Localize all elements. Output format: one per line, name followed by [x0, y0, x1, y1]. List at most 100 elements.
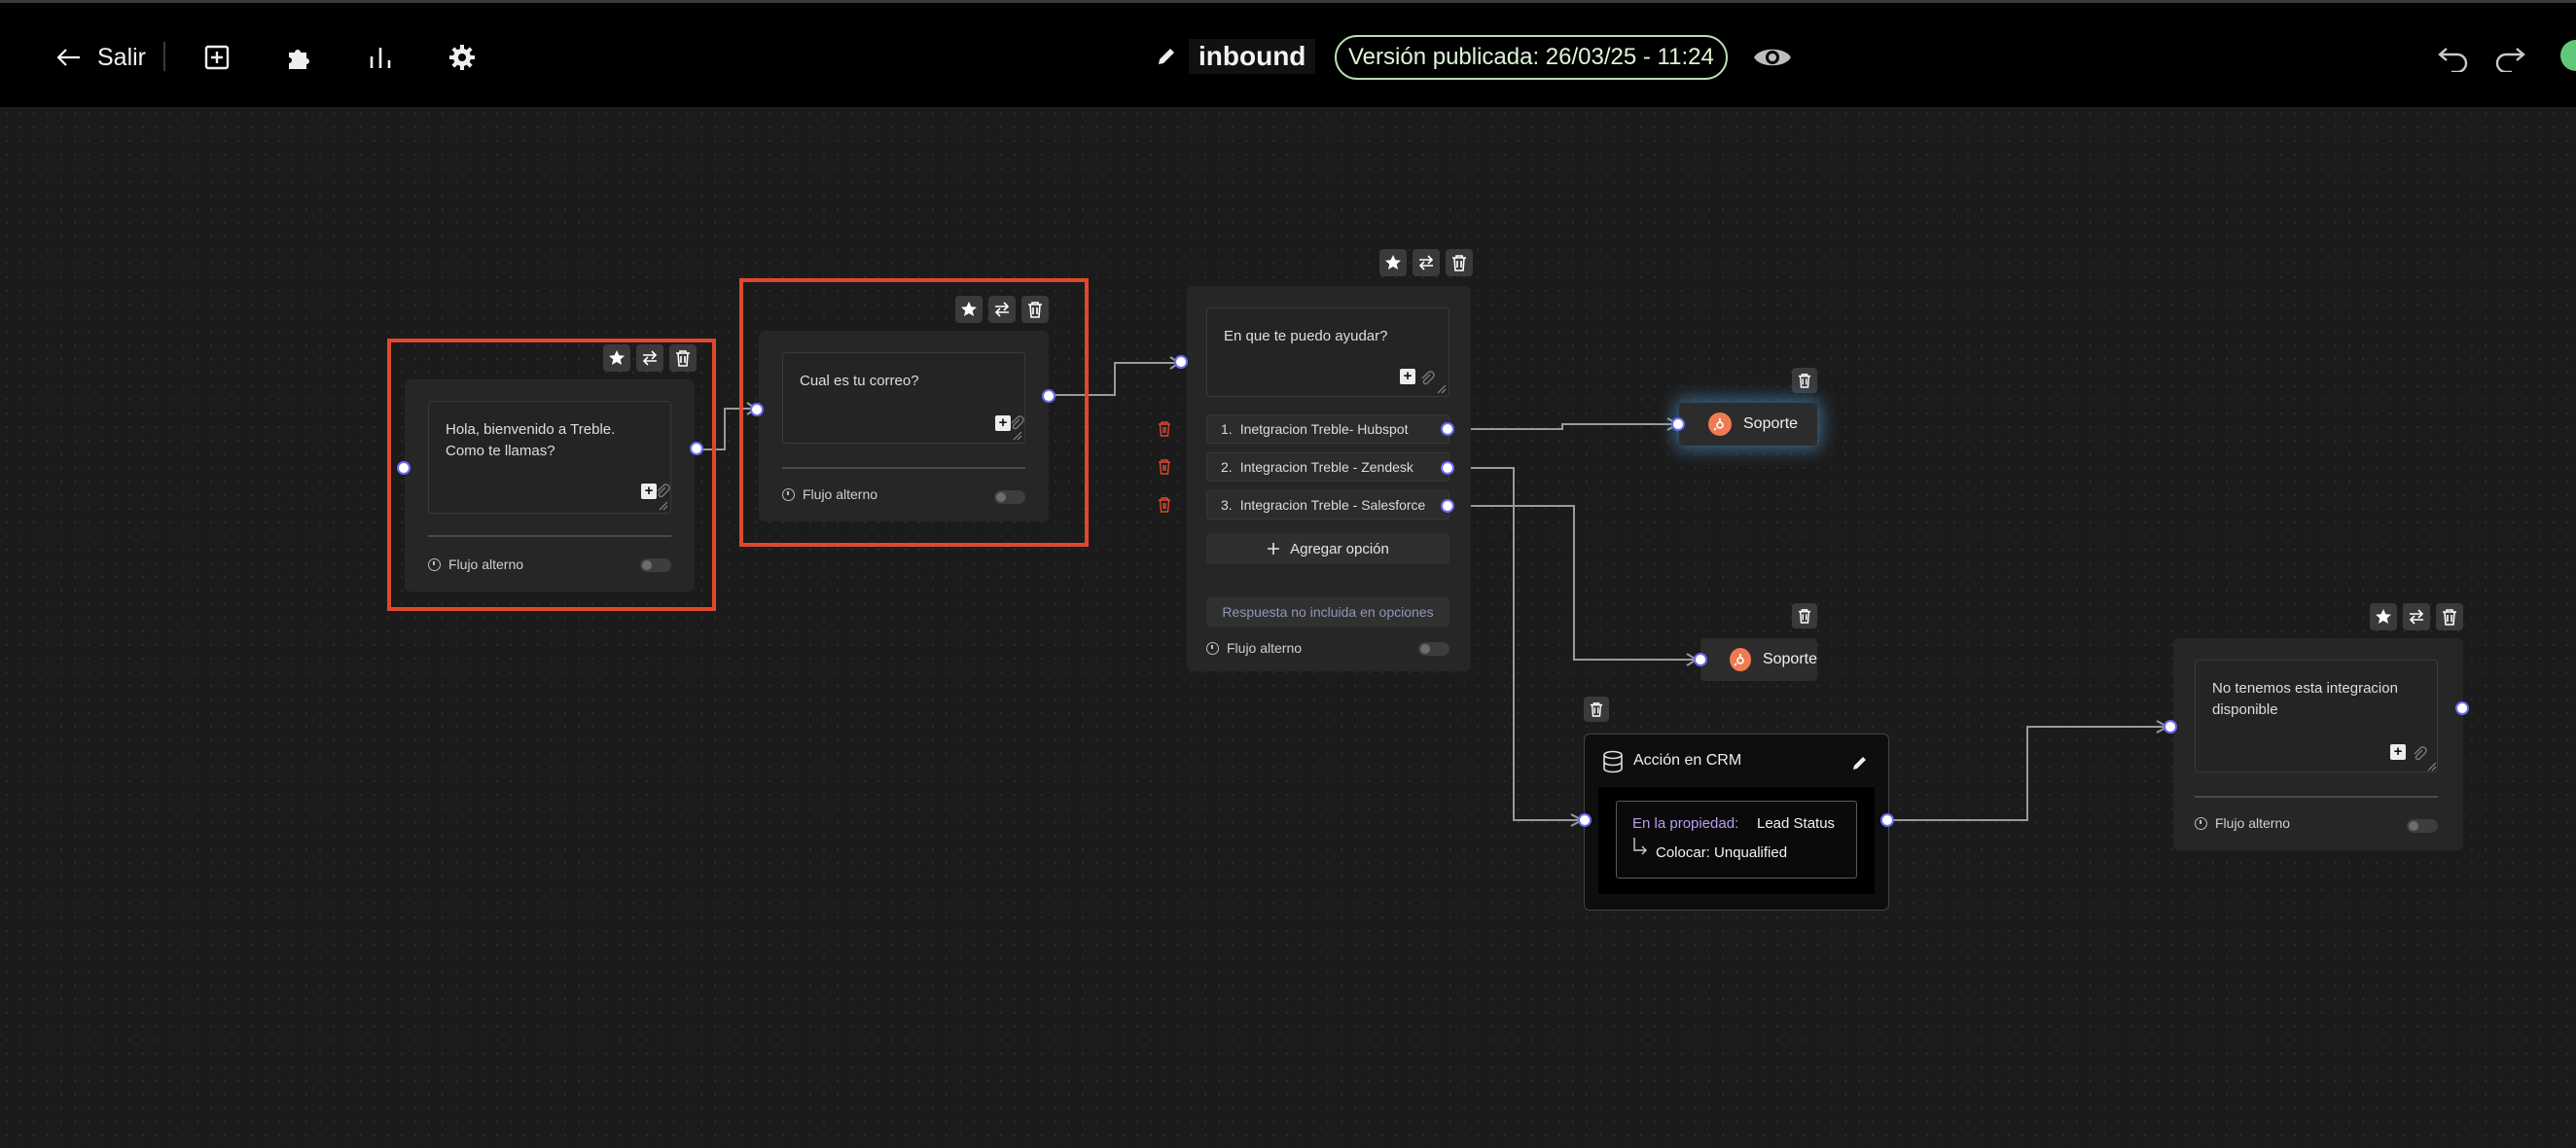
- avatar[interactable]: [2560, 40, 2576, 71]
- analytics-button[interactable]: [360, 37, 401, 78]
- resize-handle-icon[interactable]: [659, 501, 668, 511]
- alt-flow-toggle[interactable]: [640, 558, 671, 572]
- option-port[interactable]: [1441, 499, 1454, 513]
- delete-button[interactable]: [1792, 603, 1817, 628]
- star-icon: [609, 350, 625, 365]
- attachment-icon[interactable]: [1009, 415, 1024, 431]
- output-port[interactable]: [1042, 389, 1055, 403]
- integration-label: Soporte: [1743, 415, 1799, 432]
- input-port[interactable]: [1578, 813, 1592, 827]
- swap-button[interactable]: [988, 296, 1016, 323]
- message-node-unavailable[interactable]: No tenemos esta integracion disponible +…: [2173, 638, 2463, 850]
- undo-button[interactable]: [2434, 39, 2473, 76]
- output-port[interactable]: [690, 442, 703, 455]
- star-button[interactable]: [603, 344, 630, 372]
- delete-button[interactable]: [2436, 603, 2463, 630]
- option-number: 3.: [1221, 497, 1233, 513]
- delete-button[interactable]: [1792, 368, 1817, 393]
- input-port[interactable]: [1671, 417, 1685, 431]
- delete-option-icon[interactable]: [1158, 459, 1171, 475]
- star-button[interactable]: [955, 296, 983, 323]
- crm-action-node[interactable]: Acción en CRM En la propiedad: Lead Stat…: [1584, 734, 1889, 911]
- message-box[interactable]: En que te puedo ayudar? +: [1206, 307, 1449, 397]
- bar-chart-icon: [370, 48, 391, 68]
- add-content-icon[interactable]: +: [2390, 744, 2406, 760]
- message-box[interactable]: No tenemos esta integracion disponible +: [2195, 660, 2438, 772]
- delete-button[interactable]: [1021, 296, 1049, 323]
- trash-icon: [2443, 609, 2456, 626]
- message-box[interactable]: Cual es tu correo? +: [782, 352, 1025, 444]
- resize-handle-icon[interactable]: [1437, 384, 1447, 394]
- option-port[interactable]: [1441, 461, 1454, 475]
- clock-icon: [2195, 816, 2207, 830]
- crm-property-box[interactable]: En la propiedad: Lead Status Colocar: Un…: [1616, 801, 1857, 879]
- divider: [163, 42, 165, 71]
- option-label: Integracion Treble - Zendesk: [1239, 459, 1413, 475]
- trash-icon: [1452, 255, 1466, 271]
- integration-node-support[interactable]: Soporte: [1679, 403, 1817, 446]
- preview-button[interactable]: [1751, 38, 1794, 77]
- attachment-icon[interactable]: [655, 484, 670, 499]
- integration-node-support[interactable]: Soporte: [1700, 638, 1817, 681]
- resize-handle-icon[interactable]: [1013, 431, 1022, 441]
- input-port[interactable]: [1694, 653, 1707, 666]
- flow-title[interactable]: inbound: [1156, 36, 1316, 77]
- delete-option-icon[interactable]: [1158, 421, 1171, 437]
- trash-icon: [1028, 302, 1042, 318]
- add-node-button[interactable]: [197, 37, 237, 78]
- add-content-icon[interactable]: +: [1400, 369, 1415, 384]
- message-node-email[interactable]: Cual es tu correo? + Flujo alterno: [759, 331, 1049, 521]
- input-port[interactable]: [1174, 355, 1188, 369]
- question-node-help[interactable]: En que te puedo ayudar? + 1. Inetgracion…: [1187, 286, 1471, 671]
- property-label: En la propiedad:: [1632, 815, 1739, 832]
- node-toolbar: [603, 344, 697, 372]
- star-button[interactable]: [2370, 603, 2397, 630]
- option-row[interactable]: 2. Integracion Treble - Zendesk: [1206, 452, 1449, 482]
- redo-button[interactable]: [2490, 39, 2529, 76]
- alt-flow-label: Flujo alterno: [448, 556, 524, 572]
- flow-title-text[interactable]: inbound: [1189, 39, 1316, 74]
- alt-flow-row: Flujo alterno: [1206, 640, 1302, 656]
- output-port[interactable]: [2455, 701, 2469, 715]
- star-icon: [1385, 255, 1401, 269]
- message-node-greeting[interactable]: Hola, bienvenido a Treble. Como te llama…: [405, 379, 695, 592]
- eye-icon: [1754, 49, 1791, 66]
- message-text: Hola, bienvenido a Treble. Como te llama…: [446, 421, 616, 459]
- option-row[interactable]: 1. Inetgracion Treble- Hubspot: [1206, 414, 1449, 444]
- option-row[interactable]: 3. Integracion Treble - Salesforce: [1206, 490, 1449, 520]
- add-square-icon: [204, 45, 230, 70]
- input-port[interactable]: [750, 403, 764, 416]
- alt-flow-label: Flujo alterno: [803, 486, 878, 502]
- input-port[interactable]: [397, 461, 411, 475]
- delete-button[interactable]: [1584, 697, 1609, 722]
- swap-icon: [994, 302, 1010, 317]
- pencil-icon[interactable]: [1851, 754, 1869, 771]
- alt-flow-toggle[interactable]: [994, 490, 1025, 504]
- alt-flow-toggle[interactable]: [2407, 819, 2438, 833]
- attachment-icon[interactable]: [2412, 746, 2427, 762]
- alt-flow-toggle[interactable]: [1418, 642, 1449, 656]
- attachment-icon[interactable]: [1419, 371, 1435, 386]
- swap-button[interactable]: [1413, 249, 1440, 276]
- resize-handle-icon[interactable]: [2427, 762, 2437, 771]
- add-option-button[interactable]: Agregar opción: [1206, 533, 1449, 564]
- message-box[interactable]: Hola, bienvenido a Treble. Como te llama…: [428, 401, 671, 514]
- swap-button[interactable]: [636, 344, 663, 372]
- delete-option-icon[interactable]: [1158, 497, 1171, 513]
- star-button[interactable]: [1379, 249, 1407, 276]
- delete-button[interactable]: [669, 344, 697, 372]
- exit-button[interactable]: Salir: [56, 38, 146, 77]
- alt-flow-row: Flujo alterno: [2195, 815, 2290, 831]
- settings-button[interactable]: [442, 37, 483, 78]
- swap-button[interactable]: [2403, 603, 2430, 630]
- clock-icon: [428, 557, 441, 571]
- integrations-button[interactable]: [278, 37, 319, 78]
- trash-icon: [1798, 374, 1811, 388]
- option-port[interactable]: [1441, 422, 1454, 436]
- input-port[interactable]: [2164, 720, 2177, 734]
- alt-flow-row: Flujo alterno: [428, 556, 523, 572]
- alt-flow-row: Flujo alterno: [782, 486, 877, 502]
- output-port[interactable]: [1880, 813, 1894, 827]
- no-option-response-button[interactable]: Respuesta no incluida en opciones: [1206, 597, 1449, 627]
- delete-button[interactable]: [1446, 249, 1473, 276]
